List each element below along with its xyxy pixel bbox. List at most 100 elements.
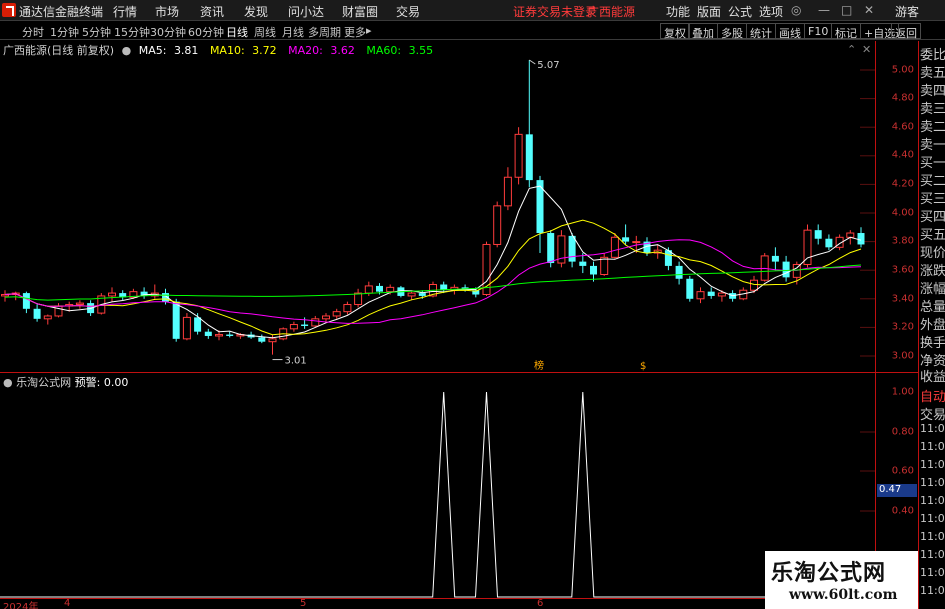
period-1min[interactable]: 1分钟 (50, 24, 79, 40)
side-label: 涨幅 (920, 282, 945, 297)
candle-body (364, 285, 373, 294)
menu-wenxiaoda[interactable]: 问小达 (288, 3, 324, 20)
tool-huaxian[interactable]: 画线 (775, 23, 805, 40)
candle-body (75, 302, 84, 306)
tick-time: 11:04 (920, 584, 945, 597)
side-label: 委比 (920, 48, 945, 63)
candle-body (857, 233, 865, 245)
candle-body (22, 293, 30, 309)
candle-body (332, 311, 341, 317)
candle-body (771, 255, 779, 262)
date-label: 5 (300, 598, 307, 609)
price-tick: 3.80 (891, 235, 914, 247)
period-fenshi[interactable]: 分时 (22, 24, 44, 40)
candle-body (750, 279, 758, 291)
side-label: 现价 (920, 246, 945, 261)
side-label: 外盘 (920, 318, 945, 333)
candle-body (43, 315, 52, 320)
minimize-icon[interactable]: — (818, 3, 830, 17)
app-name: 通达信金融终端 (19, 5, 104, 19)
tool-duogu[interactable]: 多股 (717, 23, 747, 40)
price-tick: 5.00 (891, 64, 914, 76)
side-label: 买三 (920, 192, 945, 207)
close-icon[interactable]: ✕ (864, 3, 874, 17)
indicator-tick: 1.00 (891, 386, 914, 398)
candle-body (600, 256, 609, 275)
menu-xuanxiang[interactable]: 选项 (759, 3, 783, 20)
ma-line-5 (4, 185, 862, 339)
menu-jiaoyi[interactable]: 交易 (396, 3, 420, 20)
menu-shichang[interactable]: 市场 (155, 3, 179, 20)
candle-body (172, 301, 180, 339)
quote-side-panel[interactable]: 委比 卖五 卖四 卖三 卖二 卖一 买一 买二 买三 买四 买五 现价 涨跌 涨… (918, 41, 945, 609)
side-label: 买五 (920, 228, 945, 243)
period-multi[interactable]: 多周期 (308, 24, 341, 40)
menu-banmian[interactable]: 版面 (697, 3, 721, 20)
indicator-chart[interactable] (0, 373, 875, 598)
tick-time: 11:04 (920, 494, 945, 507)
period-week[interactable]: 周线 (254, 24, 276, 40)
tick-time: 11:04 (920, 476, 945, 489)
menu-gongneng[interactable]: 功能 (666, 3, 690, 20)
side-label: 买四 (920, 210, 945, 225)
messages-icon[interactable]: ◎ (791, 3, 801, 17)
candle-body (696, 291, 705, 300)
tick-time: 11:04 (920, 512, 945, 525)
side-label: 卖二 (920, 120, 945, 135)
period-60min[interactable]: 60分钟 (188, 24, 224, 40)
tool-diejia[interactable]: 叠加 (688, 23, 718, 40)
period-15min[interactable]: 15分钟 (114, 24, 150, 40)
period-month[interactable]: 月线 (282, 24, 304, 40)
trade-login-notice[interactable]: 证券交易未登录 (513, 3, 597, 20)
side-label: 买一 (920, 156, 945, 171)
candle-body (803, 229, 812, 265)
candle-body (386, 286, 395, 293)
tick-time: 11:04 (920, 548, 945, 561)
candle-body (547, 233, 555, 264)
candle-body (182, 316, 191, 340)
period-30min[interactable]: 30分钟 (150, 24, 186, 40)
guest-user[interactable]: 游客 (895, 3, 919, 20)
date-label: 2024年 (3, 602, 39, 609)
low-price-label: 3.01 (285, 356, 307, 367)
tick-time: 11:04 (920, 440, 945, 453)
indicator-tick: 0.60 (891, 465, 914, 477)
candle-body (846, 232, 855, 238)
period-5min[interactable]: 5分钟 (82, 24, 111, 40)
tool-f10[interactable]: F10 (804, 23, 833, 39)
candle-body (825, 238, 833, 248)
candle-body (525, 134, 533, 181)
maximize-icon[interactable]: □ (841, 3, 852, 17)
candle-body (322, 315, 330, 320)
period-more-arrow-icon[interactable]: ▸ (366, 24, 372, 37)
tick-time: 11:04 (920, 458, 945, 471)
menu-faxian[interactable]: 发现 (244, 3, 268, 20)
candle-body (514, 133, 523, 178)
tool-fanhui[interactable]: 返回 (891, 23, 921, 40)
period-day[interactable]: 日线 (226, 24, 248, 40)
tool-tongji[interactable]: 统计 (746, 23, 776, 40)
auto-trade-label[interactable]: 自动 (920, 386, 945, 405)
candle-body (194, 317, 202, 332)
candle-body (33, 308, 41, 319)
price-tick: 3.40 (891, 293, 914, 305)
menu-gongshi[interactable]: 公式 (728, 3, 752, 20)
period-more[interactable]: 更多 (344, 24, 366, 40)
candle-body (579, 261, 587, 266)
candle-body (301, 324, 309, 326)
tool-biaoji[interactable]: 标记 (831, 23, 861, 40)
candle-body (590, 265, 597, 275)
menu-zixun[interactable]: 资讯 (200, 3, 224, 20)
side-label: 收益 (920, 370, 945, 385)
candle-body (717, 292, 726, 297)
side-label: 卖五 (920, 66, 945, 81)
menu-hangqing[interactable]: 行情 (113, 3, 137, 20)
candle-body (215, 334, 223, 337)
candlestick-chart[interactable]: 5.07 3.01 榜 $ (0, 41, 875, 372)
tool-fuquan[interactable]: 复权 (660, 23, 690, 40)
date-label: 6 (537, 598, 544, 609)
event-marker: 榜 (534, 359, 544, 372)
candle-body (610, 236, 619, 258)
side-label: 买二 (920, 174, 945, 189)
menu-caifuquan[interactable]: 财富圈 (342, 3, 378, 20)
